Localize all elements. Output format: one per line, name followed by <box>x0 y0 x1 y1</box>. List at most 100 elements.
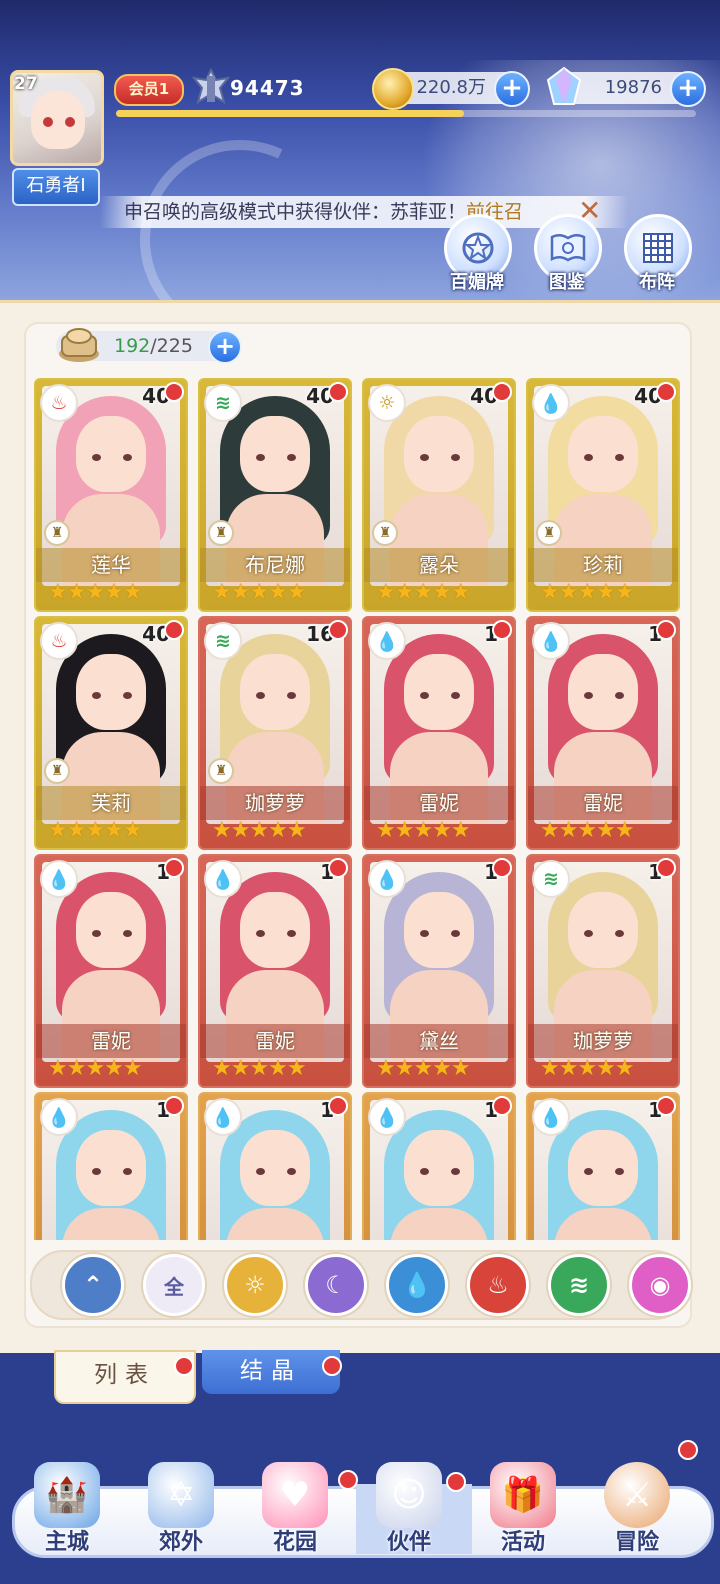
partner-icon: ☺ <box>376 1462 442 1528</box>
partner-card[interactable]: ♨ 40 ♜ 莲华 ★★★★★ <box>34 378 188 612</box>
codex-label: 图鉴 <box>549 272 585 293</box>
partner-card[interactable]: 💧 1 黛丝 ★★★★★ <box>362 854 516 1088</box>
star-rating: ★★★★★ <box>212 818 307 843</box>
notification-dot <box>328 1096 348 1116</box>
partner-name: 莲华 <box>91 553 131 577</box>
tab-list[interactable]: 列表 <box>54 1350 196 1404</box>
nav-label: 花园 <box>272 1530 317 1555</box>
element-light-icon: ☼ <box>368 384 406 422</box>
gold-value: 220.8万 <box>416 77 486 98</box>
nav-castle-button[interactable]: 🏰 主城 <box>12 1462 122 1562</box>
nav-label: 伙伴 <box>386 1530 431 1555</box>
element-water-icon: 💧 <box>532 1098 570 1136</box>
wind-icon: ≋ <box>568 1271 590 1299</box>
nav-heart-button[interactable]: ♥ 花园 <box>240 1462 350 1562</box>
gift-icon: 🎁 <box>490 1462 556 1528</box>
element-water-icon: 💧 <box>532 384 570 422</box>
filter-light-button[interactable]: ☼ <box>224 1254 286 1316</box>
bag-icon <box>59 328 99 362</box>
nav-label: 郊外 <box>158 1530 203 1555</box>
notification-dot <box>678 1440 698 1460</box>
partner-name: 布尼娜 <box>245 553 305 577</box>
notification-dot <box>492 858 512 878</box>
nav-sword-button[interactable]: ⚔ 冒险 <box>582 1462 692 1562</box>
gem-value: 19876 <box>604 77 662 98</box>
star-rating: ★★★★★ <box>212 580 307 605</box>
notification-dot <box>656 858 676 878</box>
rank-chess-icon: ♜ <box>44 758 70 784</box>
partner-card[interactable]: 💧 1 雷妮 ★★★★★ <box>362 616 516 850</box>
formation-button[interactable]: 布阵 <box>624 214 692 294</box>
element-water-icon: 💧 <box>204 1098 242 1136</box>
partner-card[interactable]: 💧 1 雷妮 ★★★★★ <box>34 854 188 1088</box>
notification-dot <box>164 858 184 878</box>
partner-card[interactable]: ≋ 40 ♜ 布尼娜 ★★★★★ <box>198 378 352 612</box>
player-name[interactable]: 石勇者I <box>12 168 100 206</box>
nav-label: 冒险 <box>614 1530 659 1555</box>
partner-card[interactable]: 💧 1 雷妮 ★★★★★ <box>526 616 680 850</box>
gem-icon <box>546 66 582 105</box>
partner-card[interactable]: ≋ 16 ♜ 珈萝萝 ★★★★★ <box>198 616 352 850</box>
filter-wind-button[interactable]: ≋ <box>548 1254 610 1316</box>
partner-name: 露朵 <box>419 553 459 577</box>
gold-counter: 220.8万 + <box>372 68 530 110</box>
element-fire-icon: ♨ <box>40 384 78 422</box>
rank-chess-icon: ♜ <box>536 520 562 546</box>
partner-card[interactable]: 💧 1 <box>526 1092 680 1240</box>
notification-dot <box>164 382 184 402</box>
sun-icon: ☼ <box>244 1271 266 1299</box>
element-water-icon: 💧 <box>368 1098 406 1136</box>
rank-chess-icon: ♜ <box>208 520 234 546</box>
partner-name: 雷妮 <box>583 791 623 815</box>
power-emblem-icon <box>191 67 231 105</box>
notification-dot <box>656 1096 676 1116</box>
partner-card[interactable]: 💧 1 <box>198 1092 352 1240</box>
star-rating: ★★★★★ <box>376 818 471 843</box>
codex-button[interactable]: 图鉴 <box>534 214 602 294</box>
filter-collapse-button[interactable]: ⌃ <box>62 1254 124 1316</box>
add-gold-button[interactable]: + <box>494 71 530 107</box>
water-drop-icon: 💧 <box>402 1271 432 1299</box>
nav-portal-button[interactable]: ✡ 郊外 <box>126 1462 236 1562</box>
vip-badge[interactable]: 会员1 <box>114 74 184 106</box>
filter-dark-button[interactable]: ☾ <box>305 1254 367 1316</box>
partner-card[interactable]: ♨ 40 ♜ 芙莉 ★★★★★ <box>34 616 188 850</box>
cards-button[interactable]: 百媚牌 <box>444 214 512 294</box>
filter-all-button[interactable]: 全 <box>143 1254 205 1316</box>
notification-dot <box>322 1356 342 1376</box>
star-rating: ★★★★★ <box>48 1056 143 1081</box>
star-rating: ★★★★★ <box>48 818 143 843</box>
star-rating: ★★★★★ <box>48 580 143 605</box>
collapse-arrow-icon: ⌃ <box>82 1271 104 1299</box>
gem-counter: 19876 + <box>546 66 706 107</box>
rank-chess-icon: ♜ <box>208 758 234 784</box>
rank-chess-icon: ♜ <box>44 520 70 546</box>
partner-card[interactable]: 💧 40 ♜ 珍莉 ★★★★★ <box>526 378 680 612</box>
expand-capacity-button[interactable]: + <box>208 330 242 364</box>
partner-card[interactable]: 💧 1 <box>362 1092 516 1240</box>
nav-gift-button[interactable]: 🎁 活动 <box>468 1462 578 1562</box>
filter-water-button[interactable]: 💧 <box>386 1254 448 1316</box>
heart-icon: ♥ <box>262 1462 328 1528</box>
star-rating: ★★★★★ <box>212 1056 307 1081</box>
element-wind-icon: ≋ <box>204 384 242 422</box>
notification-dot <box>656 620 676 640</box>
notification-dot <box>328 382 348 402</box>
partner-card[interactable]: 💧 1 <box>34 1092 188 1240</box>
partner-card[interactable]: ☼ 40 ♜ 露朵 ★★★★★ <box>362 378 516 612</box>
gold-coin-icon <box>372 68 414 110</box>
star-rating: ★★★★★ <box>540 580 635 605</box>
partner-card[interactable]: ≋ 1 珈萝萝 ★★★★★ <box>526 854 680 1088</box>
add-gem-button[interactable]: + <box>670 71 706 107</box>
notification-dot <box>164 1096 184 1116</box>
capacity-max: /225 <box>150 335 193 357</box>
tab-crystal[interactable]: 结晶 <box>202 1350 340 1394</box>
notification-dot <box>338 1470 358 1490</box>
partner-grid: ♨ 40 ♜ 莲华 ★★★★★ ≋ 40 ♜ 布尼娜 ★★★★★ ☼ 40 ♜ 露朵 ★★★★★ 💧 40 ♜ 珍莉… <box>34 378 680 1240</box>
partner-card[interactable]: 💧 1 雷妮 ★★★★★ <box>198 854 352 1088</box>
notification-dot <box>174 1356 194 1376</box>
partner-name: 雷妮 <box>419 791 459 815</box>
star-rating: ★★★★★ <box>540 1056 635 1081</box>
filter-star-button[interactable]: ◉ <box>629 1254 691 1316</box>
filter-fire-button[interactable]: ♨ <box>467 1254 529 1316</box>
